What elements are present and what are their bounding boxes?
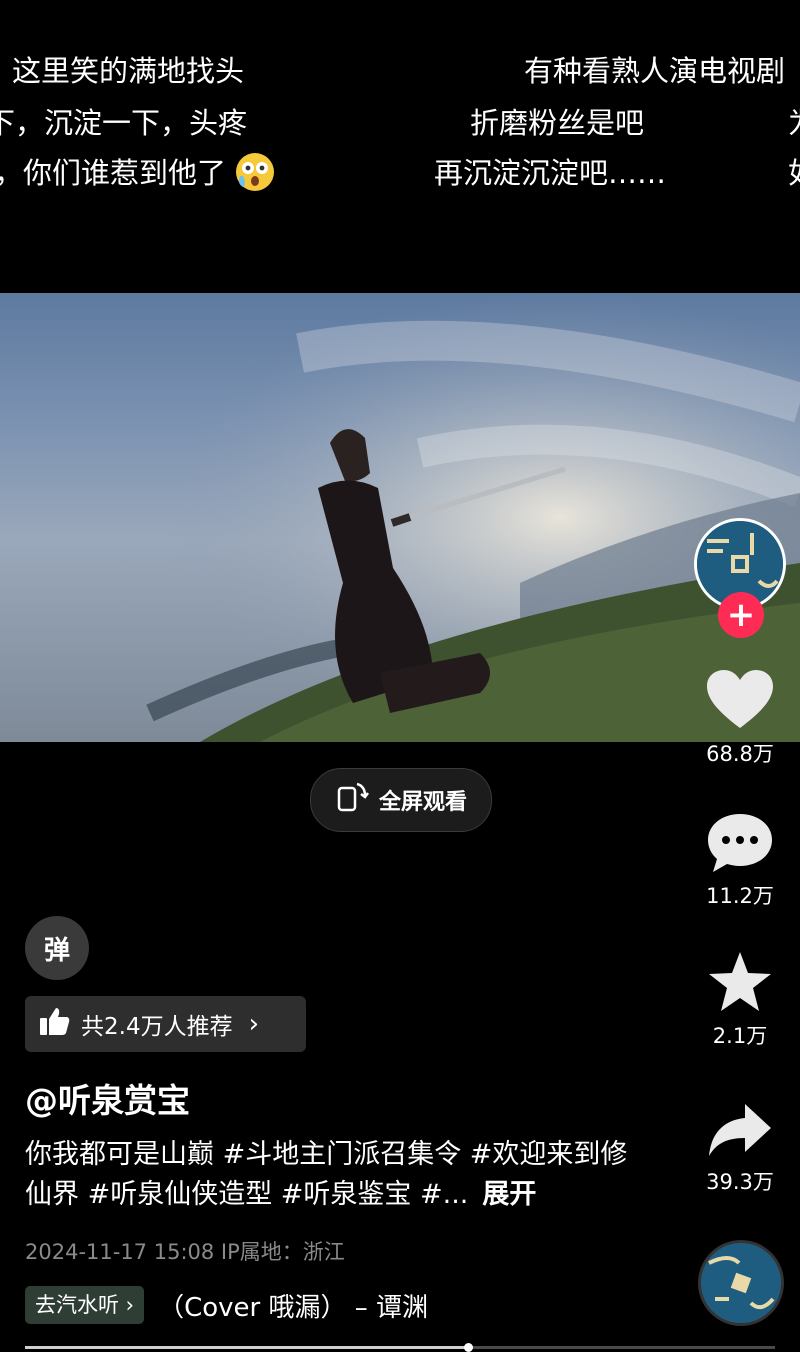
follow-button[interactable]: +	[718, 592, 764, 638]
author-name[interactable]: @听泉赏宝	[25, 1074, 190, 1122]
rotate-screen-icon	[335, 780, 369, 820]
like-button[interactable]: 68.8万	[690, 668, 790, 768]
chevron-right-icon: ›	[119, 1293, 135, 1317]
comment-count: 11.2万	[706, 884, 774, 908]
heart-icon	[705, 670, 775, 736]
share-arrow-icon	[707, 1104, 773, 1164]
chevron-right-icon: ›	[248, 1009, 259, 1039]
fullscreen-label: 全屏观看	[378, 790, 467, 815]
video-player[interactable]	[0, 293, 800, 742]
music-disc-logo-icon	[701, 1243, 781, 1323]
video-frame-image	[0, 293, 800, 742]
comment-bubble-icon	[705, 814, 775, 878]
danmaku-comment: 这里笑的满地找头	[12, 54, 245, 88]
danmaku-comment: 再沉淀沉淀吧……	[434, 156, 667, 190]
recommend-label: 共2.4万人推荐	[81, 1014, 233, 1040]
progress-fill	[25, 1346, 468, 1349]
music-disc-avatar[interactable]	[698, 1240, 784, 1326]
favorite-button[interactable]: 2.1万	[690, 950, 790, 1050]
share-button[interactable]: 39.3万	[690, 1100, 790, 1196]
star-icon	[707, 952, 773, 1018]
progress-handle[interactable]	[464, 1343, 473, 1352]
post-meta: 2024-11-17 15:08 IP属地：浙江	[25, 1240, 345, 1264]
danmaku-comment: ，你们谁惹到他了	[0, 150, 275, 199]
expand-button[interactable]: 展开	[482, 1179, 536, 1210]
shocked-face-emoji-icon	[235, 152, 275, 199]
danmaku-comment: 下，沉淀一下，头疼	[0, 106, 248, 140]
fullscreen-button[interactable]: 全屏观看	[310, 768, 492, 832]
danmaku-toggle-button[interactable]: 弹	[25, 916, 89, 980]
video-progress-bar[interactable]	[25, 1343, 775, 1352]
video-description[interactable]: 你我都可是山巅 #斗地主门派召集令 #欢迎来到修仙界 #听泉仙侠造型 #听泉鉴宝…	[25, 1135, 645, 1215]
music-title: （Cover 哦漏） – 谭渊	[158, 1292, 429, 1323]
music-row[interactable]: 去汽水听 › （Cover 哦漏） – 谭渊	[25, 1286, 428, 1324]
favorite-count: 2.1万	[712, 1024, 768, 1048]
comment-button[interactable]: 11.2万	[690, 810, 790, 910]
danmaku-toggle-label: 弹	[43, 935, 70, 966]
danmaku-comment: 折磨粉丝是吧	[470, 106, 645, 140]
danmaku-comment: 为	[788, 100, 800, 142]
like-count: 68.8万	[706, 742, 774, 766]
danmaku-text: ，你们谁惹到他了	[0, 156, 227, 190]
danmaku-comment: 如	[788, 150, 800, 192]
danmaku-comment: 有种看熟人演电视剧	[524, 54, 786, 88]
recommend-button[interactable]: 共2.4万人推荐 ›	[25, 996, 306, 1052]
description-text: 你我都可是山巅 #斗地主门派召集令 #欢迎来到修仙界 #听泉仙侠造型 #听泉鉴宝…	[25, 1139, 628, 1210]
thumbs-up-icon	[39, 1006, 71, 1042]
music-tag-label: 去汽水听	[35, 1293, 119, 1317]
qishui-music-tag[interactable]: 去汽水听 ›	[25, 1286, 145, 1324]
share-count: 39.3万	[706, 1170, 774, 1194]
